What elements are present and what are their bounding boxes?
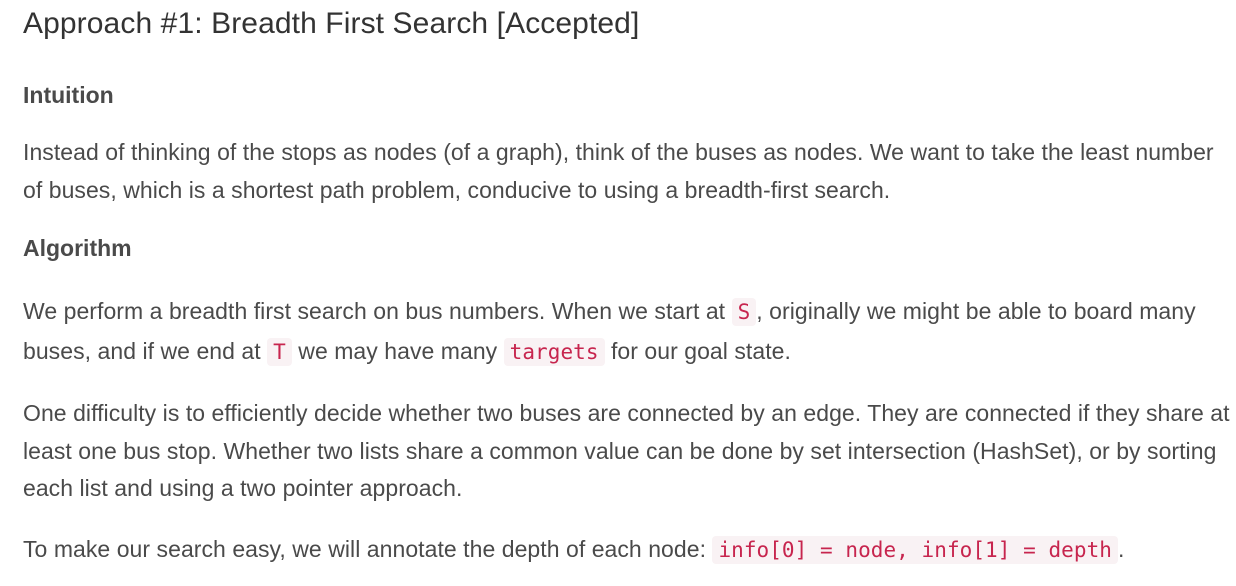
article-content: Approach #1: Breadth First Search [Accep… — [0, 0, 1233, 569]
inline-code-t: T — [267, 338, 292, 366]
text-span: We perform a breadth first search on bus… — [23, 298, 732, 324]
algorithm-heading: Algorithm — [23, 235, 132, 261]
inline-code-s: S — [731, 298, 757, 326]
approach-title: Approach #1: Breadth First Search [Accep… — [23, 7, 640, 40]
text-span: To make our search easy, we will annotat… — [23, 535, 713, 562]
text-span: we may have many — [291, 338, 504, 364]
text-span: for our goal state. — [604, 338, 791, 364]
algorithm-paragraph-1: We perform a breadth first search on bus… — [23, 292, 1233, 372]
intuition-paragraph: Instead of thinking of the stops as node… — [23, 139, 1214, 203]
algorithm-paragraph-2: One difficulty is to efficiently decide … — [23, 400, 1230, 501]
text-span: . — [1117, 535, 1125, 562]
intuition-heading: Intuition — [23, 82, 114, 108]
algorithm-paragraph-3: To make our search easy, we will annotat… — [23, 531, 1233, 570]
inline-code-info: info[0] = node, info[1] = depth — [712, 535, 1118, 564]
inline-code-targets: targets — [503, 338, 605, 366]
